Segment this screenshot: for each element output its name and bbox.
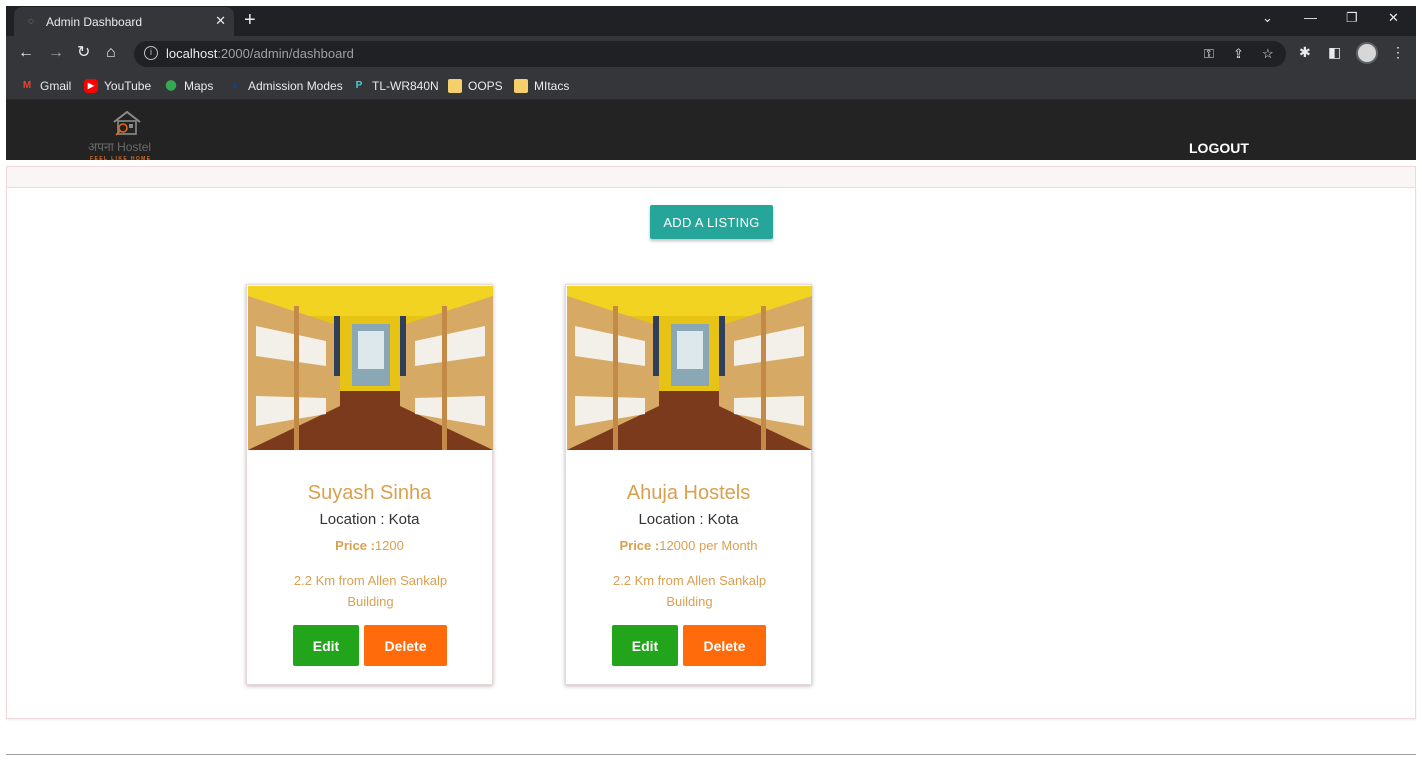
site-header: अपना Hostel FEEL LIKE HOME LOGOUT bbox=[6, 100, 1416, 162]
site-info-icon[interactable]: i bbox=[144, 46, 158, 60]
bookmark-label: MItacs bbox=[534, 79, 570, 93]
extensions-icon[interactable]: ✱ bbox=[1299, 44, 1311, 61]
bookmark-star-icon[interactable]: ☆ bbox=[1262, 46, 1274, 62]
add-listing-button[interactable]: ADD A LISTING bbox=[650, 205, 773, 239]
bookmark-label: Gmail bbox=[40, 79, 72, 93]
browser-toolbar: ← → ↻ ⌂ i localhost:2000/admin/dashboard… bbox=[6, 36, 1416, 72]
title-bar: ◌ Admin Dashboard ✕ + ⌄ — ❐ ✕ bbox=[6, 6, 1416, 36]
edit-button[interactable]: Edit bbox=[293, 625, 359, 666]
top-strip bbox=[6, 166, 1416, 188]
browser-window: ◌ Admin Dashboard ✕ + ⌄ — ❐ ✕ ← → ↻ ⌂ i … bbox=[6, 6, 1416, 765]
tab-title: Admin Dashboard bbox=[46, 15, 143, 29]
listing-price: Price :12000 per Month bbox=[566, 538, 811, 553]
listing-location: Location : Kota bbox=[638, 511, 739, 528]
hostel-room-photo bbox=[248, 286, 493, 450]
cap-icon: ▲ bbox=[230, 80, 240, 91]
listing-distance: 2.2 Km from Allen Sankalp Building bbox=[612, 573, 767, 609]
brand-tagline: FEEL LIKE HOME bbox=[90, 156, 152, 162]
listing-card: Ahuja Hostels Location : Kota Price :120… bbox=[565, 284, 812, 685]
menu-kebab-icon[interactable]: ⋮ bbox=[1391, 44, 1405, 61]
bookmark-label: OOPS bbox=[468, 79, 503, 93]
site-logo[interactable]: अपना Hostel FEEL LIKE HOME bbox=[88, 110, 178, 166]
tab-favicon-icon: ◌ bbox=[28, 16, 34, 27]
price-value: 12000 per Month bbox=[659, 538, 758, 553]
bookmark-youtube[interactable]: ▶ YouTube bbox=[84, 78, 151, 94]
side-panel-icon[interactable]: ◧ bbox=[1328, 44, 1341, 61]
house-search-icon bbox=[113, 110, 141, 136]
youtube-icon: ▶ bbox=[84, 79, 98, 93]
price-label: Price : bbox=[619, 538, 660, 553]
minimize-icon[interactable]: — bbox=[1304, 10, 1317, 25]
forward-icon[interactable]: → bbox=[48, 44, 64, 62]
gmail-icon: M bbox=[22, 80, 32, 91]
logout-link[interactable]: LOGOUT bbox=[1189, 140, 1249, 156]
bookmark-oops[interactable]: OOPS bbox=[448, 78, 503, 94]
bookmark-mitacs[interactable]: MItacs bbox=[514, 78, 569, 94]
bookmark-admission-modes[interactable]: ▲ Admission Modes bbox=[228, 78, 343, 94]
bookmark-label: TL-WR840N bbox=[372, 79, 439, 93]
tab-close-icon[interactable]: ✕ bbox=[215, 13, 226, 29]
bookmark-label: Admission Modes bbox=[248, 79, 343, 93]
address-bar[interactable]: i localhost:2000/admin/dashboard ⚿ ⇪ ☆ bbox=[134, 41, 1286, 67]
tab-admin-dashboard[interactable]: ◌ Admin Dashboard ✕ bbox=[14, 7, 234, 36]
edit-button[interactable]: Edit bbox=[612, 625, 678, 666]
listing-name: Ahuja Hostels bbox=[626, 482, 751, 504]
router-icon: P bbox=[355, 80, 363, 91]
url-path: :2000/admin/dashboard bbox=[217, 46, 354, 61]
new-tab-icon[interactable]: + bbox=[244, 10, 256, 30]
bookmark-maps[interactable]: ⬤ Maps bbox=[164, 78, 213, 94]
brand-name: अपना Hostel bbox=[88, 140, 152, 154]
listing-name: Suyash Sinha bbox=[307, 482, 432, 504]
restore-icon[interactable]: ❐ bbox=[1346, 10, 1358, 26]
dashboard-panel: ADD A LISTING Suyash Sinha Location: Ko… bbox=[6, 188, 1416, 719]
tab-search-chevron-icon[interactable]: ⌄ bbox=[1262, 10, 1273, 26]
bookmark-label: Maps bbox=[184, 79, 214, 93]
delete-button[interactable]: Delete bbox=[683, 625, 766, 666]
hostel-room-image bbox=[248, 286, 493, 450]
delete-button[interactable]: Delete bbox=[364, 625, 447, 666]
key-icon[interactable]: ⚿ bbox=[1204, 46, 1214, 62]
url-host: localhost bbox=[166, 46, 218, 61]
listing-distance: 2.2 Km from Allen Sankalp Building bbox=[293, 573, 448, 609]
folder-icon bbox=[448, 79, 462, 93]
back-icon[interactable]: ← bbox=[18, 44, 34, 62]
maps-icon: ⬤ bbox=[165, 80, 177, 91]
home-icon[interactable]: ⌂ bbox=[106, 44, 116, 62]
bookmarks-bar: M Gmail ▶ YouTube ⬤ Maps ▲ Admission Mod… bbox=[6, 72, 1416, 100]
folder-icon bbox=[514, 79, 528, 93]
listing-price: Price :1200 bbox=[247, 538, 492, 553]
reload-icon[interactable]: ↻ bbox=[77, 44, 90, 62]
profile-avatar-icon[interactable] bbox=[1356, 42, 1378, 64]
bookmark-gmail[interactable]: M Gmail bbox=[20, 78, 72, 94]
url-text: localhost:2000/admin/dashboard bbox=[166, 46, 354, 61]
price-label: Price : bbox=[335, 538, 375, 553]
bookmark-label: YouTube bbox=[104, 79, 152, 93]
hostel-room-photo bbox=[567, 286, 812, 450]
share-icon[interactable]: ⇪ bbox=[1233, 46, 1244, 62]
footer-divider bbox=[6, 754, 1416, 755]
price-value: 1200 bbox=[374, 538, 404, 553]
listing-card: Suyash Sinha Location : Kota Price :1200… bbox=[246, 284, 493, 685]
bookmark-tl-wr840n[interactable]: P TL-WR840N bbox=[352, 78, 439, 94]
listing-location: Location : Kota bbox=[319, 511, 420, 528]
hostel-room-image bbox=[567, 286, 812, 450]
close-window-icon[interactable]: ✕ bbox=[1388, 10, 1399, 26]
